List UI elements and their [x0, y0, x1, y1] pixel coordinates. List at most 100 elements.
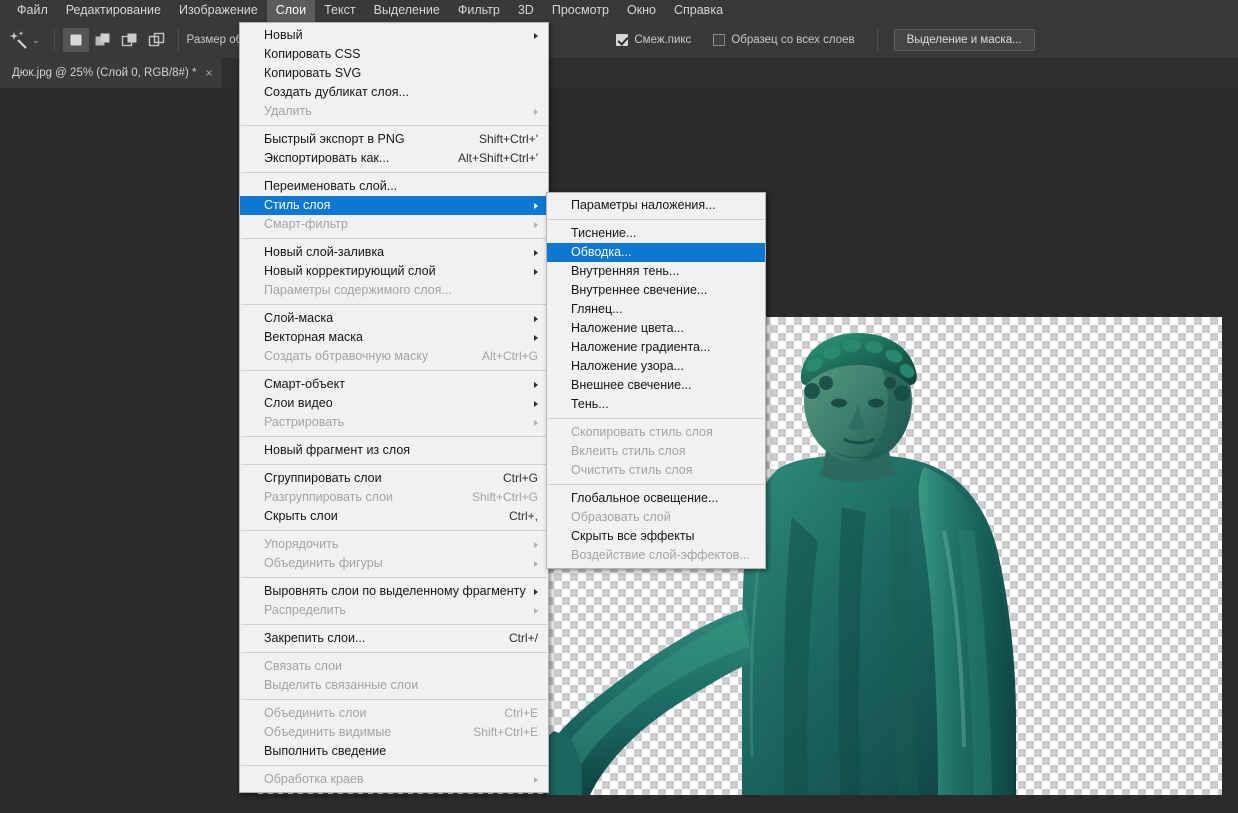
new-selection-button[interactable]	[62, 28, 89, 52]
menu-item[interactable]: Быстрый экспорт в PNG Shift+Ctrl+'	[240, 130, 548, 149]
add-to-selection-button[interactable]	[90, 28, 116, 52]
menu-item[interactable]: Глобальное освещение...	[547, 489, 765, 508]
subtract-from-selection-button[interactable]	[117, 28, 143, 52]
magic-wand-icon	[10, 29, 30, 51]
menu-item: Связать слои	[240, 657, 548, 676]
menubar-item-4[interactable]: Текст	[315, 0, 364, 22]
submenu-arrow-icon	[534, 588, 538, 595]
contiguous-checkbox[interactable]: Смеж.пикс	[616, 34, 691, 46]
document-tab-title: Дюк.jpg @ 25% (Слой 0, RGB/8#) *	[12, 67, 197, 79]
layers-dropdown-menu[interactable]: Новый Копировать CSS Копировать SVG Создать…	[239, 22, 549, 793]
menu-item-label: Выделить связанные слои	[264, 678, 419, 692]
menu-item[interactable]: Векторная маска	[240, 328, 548, 347]
menu-item-shortcut: Shift+Ctrl+E	[473, 725, 538, 739]
menu-item-label: Удалить	[264, 104, 312, 118]
submenu-arrow-icon	[534, 334, 538, 341]
menu-item[interactable]: Создать дубликат слоя...	[240, 83, 548, 102]
tool-preset-picker[interactable]: ⌄	[4, 29, 46, 51]
menu-item[interactable]: Обводка...	[547, 243, 765, 262]
menu-item[interactable]: Внутренняя тень...	[547, 262, 765, 281]
menu-item[interactable]: Внутреннее свечение...	[547, 281, 765, 300]
menu-item[interactable]: Стиль слоя	[240, 196, 548, 215]
select-and-mask-button[interactable]: Выделение и маска...	[893, 29, 1035, 51]
menu-item-shortcut: Shift+Ctrl+'	[479, 132, 538, 146]
menu-item-shortcut: Alt+Ctrl+G	[481, 349, 538, 363]
menu-item: Разгруппировать слои Shift+Ctrl+G	[240, 488, 548, 507]
menu-item[interactable]: Смарт-объект	[240, 375, 548, 394]
menu-item-label: Глобальное освещение...	[571, 491, 719, 505]
menu-item-label: Образовать слой	[571, 510, 671, 524]
menu-separator	[241, 624, 547, 625]
menubar-item-6[interactable]: Фильтр	[449, 0, 509, 22]
menu-item[interactable]: Новый фрагмент из слоя	[240, 441, 548, 460]
menu-item-label: Разгруппировать слои	[264, 490, 394, 504]
menu-item[interactable]: Новый корректирующий слой	[240, 262, 548, 281]
menubar-item-10[interactable]: Справка	[665, 0, 732, 22]
menu-separator	[241, 699, 547, 700]
menu-item-label: Упорядочить	[264, 537, 339, 551]
menu-item-shortcut: Alt+Shift+Ctrl+'	[458, 151, 538, 165]
submenu-arrow-icon	[534, 268, 538, 275]
intersect-with-selection-button[interactable]	[144, 28, 170, 52]
menu-item-label: Экспортировать как...	[264, 151, 390, 165]
submenu-arrow-icon	[534, 541, 538, 548]
chevron-down-icon[interactable]: ⌄	[32, 29, 40, 51]
menu-item[interactable]: Скрыть все эффекты	[547, 527, 765, 546]
menubar-item-0[interactable]: Файл	[8, 0, 57, 22]
menubar-item-5[interactable]: Выделение	[365, 0, 449, 22]
menu-separator	[241, 577, 547, 578]
layer-style-submenu[interactable]: Параметры наложения... Тиснение... Обводка…	[546, 192, 766, 569]
menu-item[interactable]: Наложение градиента...	[547, 338, 765, 357]
menu-item[interactable]: Наложение цвета...	[547, 319, 765, 338]
menu-item-label: Выполнить сведение	[264, 744, 387, 758]
menu-item-label: Наложение узора...	[571, 359, 684, 373]
menu-item[interactable]: Выровнять слои по выделенному фрагменту	[240, 582, 548, 601]
menu-bar: Файл Редактирование Изображение Слои Текст Вы…	[0, 0, 1238, 22]
menu-item[interactable]: Тиснение...	[547, 224, 765, 243]
menu-item[interactable]: Копировать CSS	[240, 45, 548, 64]
menu-item[interactable]: Новый слой-заливка	[240, 243, 548, 262]
menubar-item-3[interactable]: Слои	[266, 0, 316, 22]
menu-item[interactable]: Параметры наложения...	[547, 196, 765, 215]
photoshop-window: Файл Редактирование Изображение Слои Текст Вы…	[0, 0, 1238, 813]
menu-item-label: Смарт-объект	[264, 377, 345, 391]
menu-separator	[548, 219, 764, 220]
menubar-item-2[interactable]: Изображение	[170, 0, 267, 22]
menu-separator	[241, 765, 547, 766]
menu-item[interactable]: Слои видео	[240, 394, 548, 413]
menu-item-label: Внутренняя тень...	[571, 264, 680, 278]
menu-item: Распределить	[240, 601, 548, 620]
menu-item[interactable]: Тень...	[547, 395, 765, 414]
menu-separator	[241, 125, 547, 126]
menubar-item-1[interactable]: Редактирование	[57, 0, 170, 22]
menu-item-label: Создать дубликат слоя...	[264, 85, 409, 99]
menu-item-label: Скопировать стиль слоя	[571, 425, 713, 439]
menubar-item-9[interactable]: Окно	[618, 0, 665, 22]
menu-item-label: Параметры наложения...	[571, 198, 716, 212]
menu-separator	[241, 238, 547, 239]
menu-item[interactable]: Наложение узора...	[547, 357, 765, 376]
menu-item[interactable]: Переименовать слой...	[240, 177, 548, 196]
menu-separator	[548, 418, 764, 419]
document-tab[interactable]: Дюк.jpg @ 25% (Слой 0, RGB/8#) * ×	[0, 58, 224, 88]
menu-separator	[241, 652, 547, 653]
menu-item-label: Новый слой-заливка	[264, 245, 385, 259]
menu-item[interactable]: Закрепить слои... Ctrl+/	[240, 629, 548, 648]
menu-item[interactable]: Сгруппировать слои Ctrl+G	[240, 469, 548, 488]
menu-item[interactable]: Глянец...	[547, 300, 765, 319]
divider	[876, 29, 878, 51]
menu-item[interactable]: Внешнее свечение...	[547, 376, 765, 395]
close-icon[interactable]: ×	[205, 67, 212, 79]
menu-item[interactable]: Новый	[240, 26, 548, 45]
menu-item[interactable]: Копировать SVG	[240, 64, 548, 83]
menu-item[interactable]: Выполнить сведение	[240, 742, 548, 761]
menu-item[interactable]: Экспортировать как... Alt+Shift+Ctrl+'	[240, 149, 548, 168]
menu-item-label: Выровнять слои по выделенному фрагменту	[264, 584, 526, 598]
menubar-item-8[interactable]: Просмотр	[543, 0, 618, 22]
sample-all-layers-checkbox[interactable]: Образец со всех слоев	[713, 34, 855, 46]
checkbox-box[interactable]	[713, 34, 726, 46]
menubar-item-7[interactable]: 3D	[509, 0, 543, 22]
menu-item[interactable]: Слой-маска	[240, 309, 548, 328]
checkbox-box[interactable]	[616, 34, 629, 46]
menu-item[interactable]: Скрыть слои Ctrl+,	[240, 507, 548, 526]
